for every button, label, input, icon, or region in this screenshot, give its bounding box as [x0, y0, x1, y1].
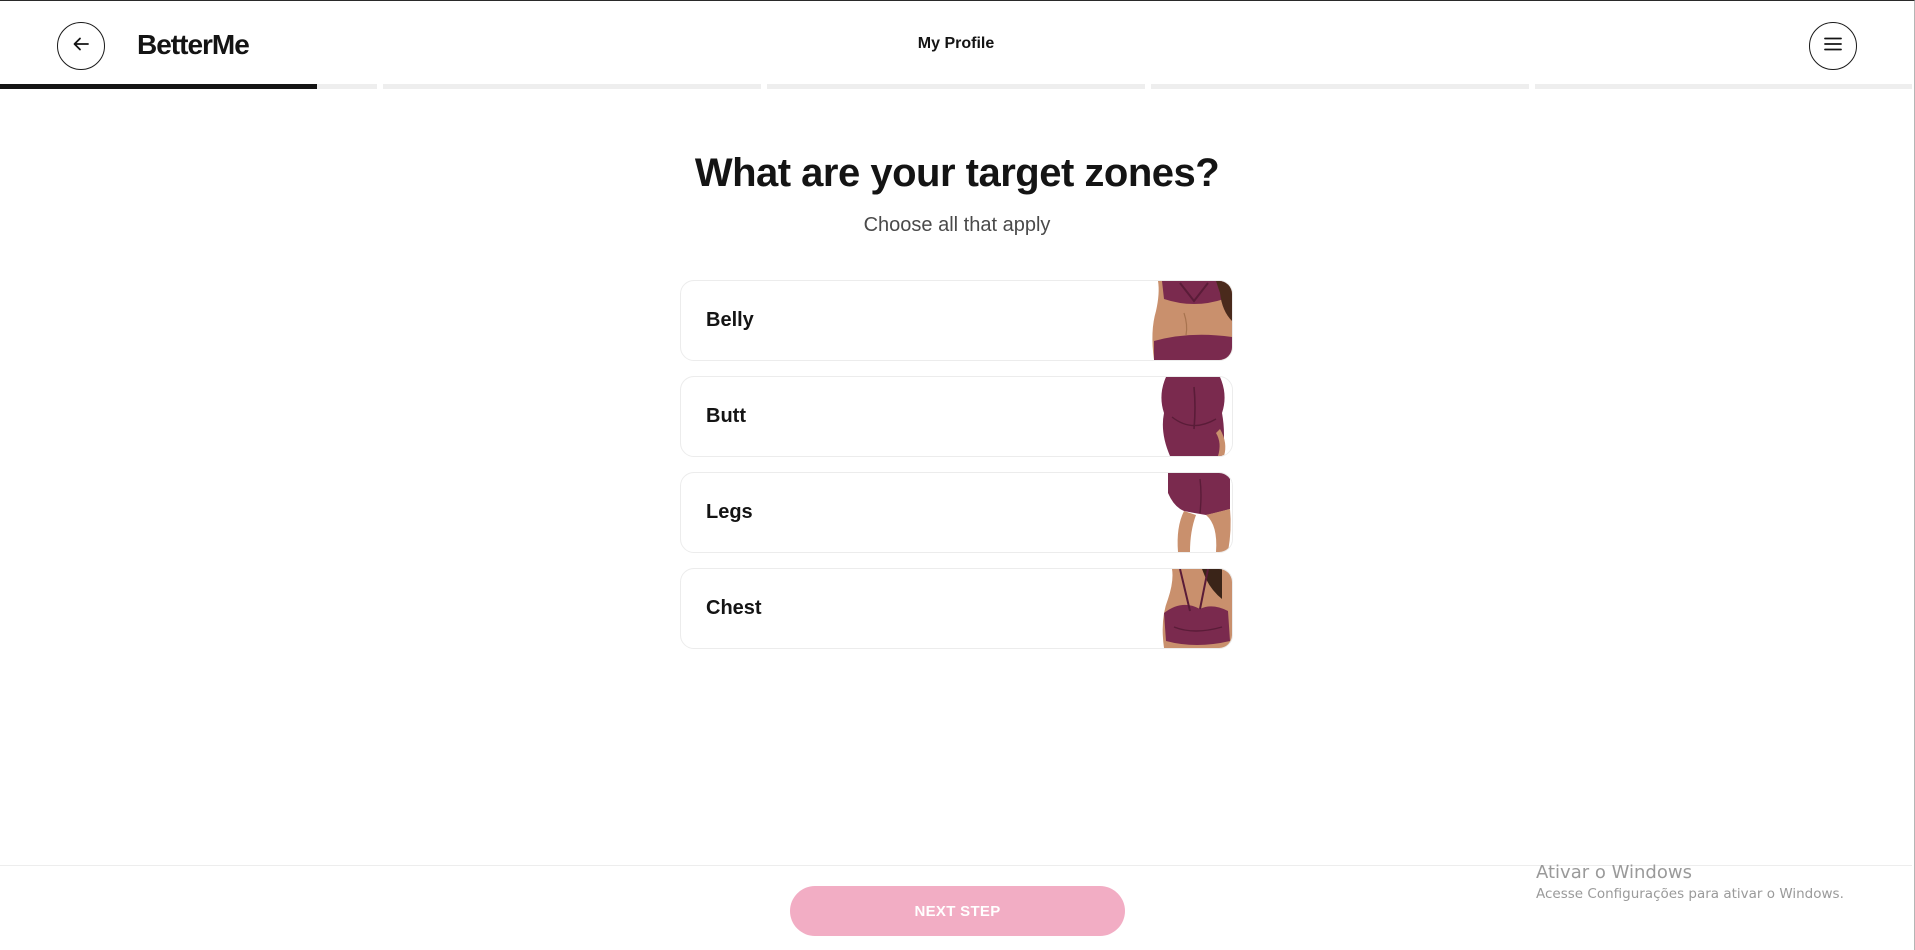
- header: BetterMe My Profile: [0, 1, 1912, 87]
- next-step-button[interactable]: NEXT STEP: [790, 886, 1125, 936]
- progress-segment: [1151, 84, 1529, 89]
- option-chest[interactable]: Chest: [680, 568, 1233, 649]
- option-legs[interactable]: Legs: [680, 472, 1233, 553]
- progress-segment: [383, 84, 761, 89]
- hamburger-menu-icon: [1824, 36, 1842, 57]
- windows-activation-watermark: Ativar o Windows Acesse Configurações pa…: [1536, 862, 1844, 902]
- question-title: What are your target zones?: [694, 151, 1220, 195]
- progress-segment-fill: [0, 84, 317, 89]
- question-subtitle: Choose all that apply: [863, 214, 1051, 236]
- menu-button[interactable]: [1809, 22, 1857, 70]
- options-list: Belly Butt Legs Chest: [680, 280, 1233, 664]
- progress-segment: [1535, 84, 1912, 89]
- progress-segment: [0, 84, 377, 89]
- chest-zone-photo: [1150, 569, 1232, 648]
- app-frame: BetterMe My Profile What are your target…: [0, 0, 1915, 950]
- option-label: Belly: [706, 309, 754, 331]
- watermark-subtitle: Acesse Configurações para ativar o Windo…: [1536, 886, 1844, 902]
- option-label: Legs: [706, 501, 753, 523]
- page-title: My Profile: [917, 35, 995, 52]
- option-label: Chest: [706, 597, 762, 619]
- option-belly[interactable]: Belly: [680, 280, 1233, 361]
- belly-zone-photo: [1150, 281, 1232, 360]
- butt-zone-photo: [1150, 377, 1232, 456]
- watermark-title: Ativar o Windows: [1536, 862, 1692, 883]
- legs-zone-photo: [1150, 473, 1232, 552]
- option-label: Butt: [706, 405, 746, 427]
- progress-bar: [0, 84, 1912, 89]
- progress-segment: [767, 84, 1145, 89]
- option-butt[interactable]: Butt: [680, 376, 1233, 457]
